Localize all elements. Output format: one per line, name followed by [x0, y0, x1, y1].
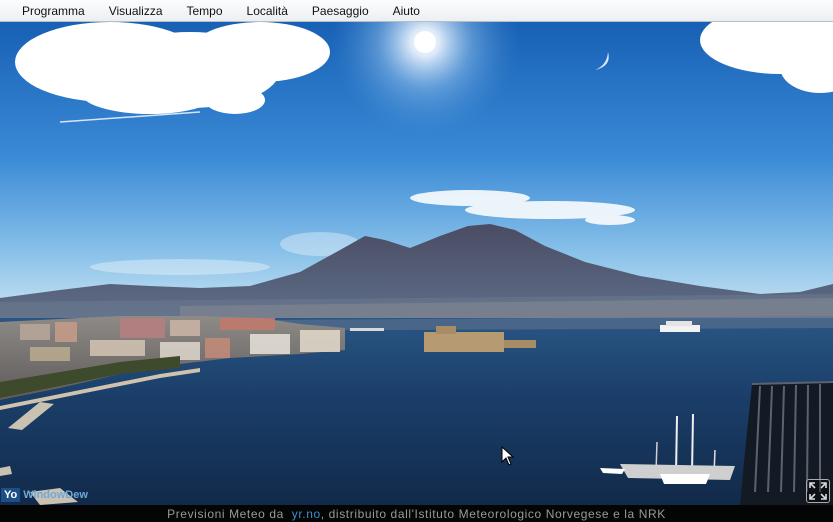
weather-landscape-scene[interactable] [0, 22, 833, 505]
menu-paesaggio[interactable]: Paesaggio [300, 0, 381, 22]
menu-aiuto[interactable]: Aiuto [381, 0, 432, 22]
pier [350, 328, 384, 331]
sun-icon [414, 31, 436, 53]
fullscreen-button[interactable] [806, 479, 830, 503]
forecast-credit-bar: Previsioni Meteo da yr.no, distribuito d… [0, 505, 833, 522]
menu-tempo[interactable]: Tempo [175, 0, 235, 22]
menu-visualizza[interactable]: Visualizza [97, 0, 175, 22]
credit-prefix: Previsioni Meteo da [167, 506, 292, 521]
credit-suffix: , distribuito dall'Istituto Meteorologic… [320, 506, 666, 521]
logo-part-2: WindowDew [23, 489, 88, 501]
mouse-pointer-icon [501, 446, 515, 466]
menu-bar: Programma Visualizza Tempo Località Paes… [0, 0, 833, 22]
logo-part-1: Yo [1, 488, 21, 502]
menu-programma[interactable]: Programma [10, 0, 97, 22]
expand-arrows-icon [809, 482, 827, 500]
menu-localita[interactable]: Località [235, 0, 300, 22]
landscape-image [0, 22, 833, 505]
yr-no-link[interactable]: yr.no [292, 507, 321, 521]
yowindow-logo[interactable]: Yo WindowDew [1, 487, 91, 503]
